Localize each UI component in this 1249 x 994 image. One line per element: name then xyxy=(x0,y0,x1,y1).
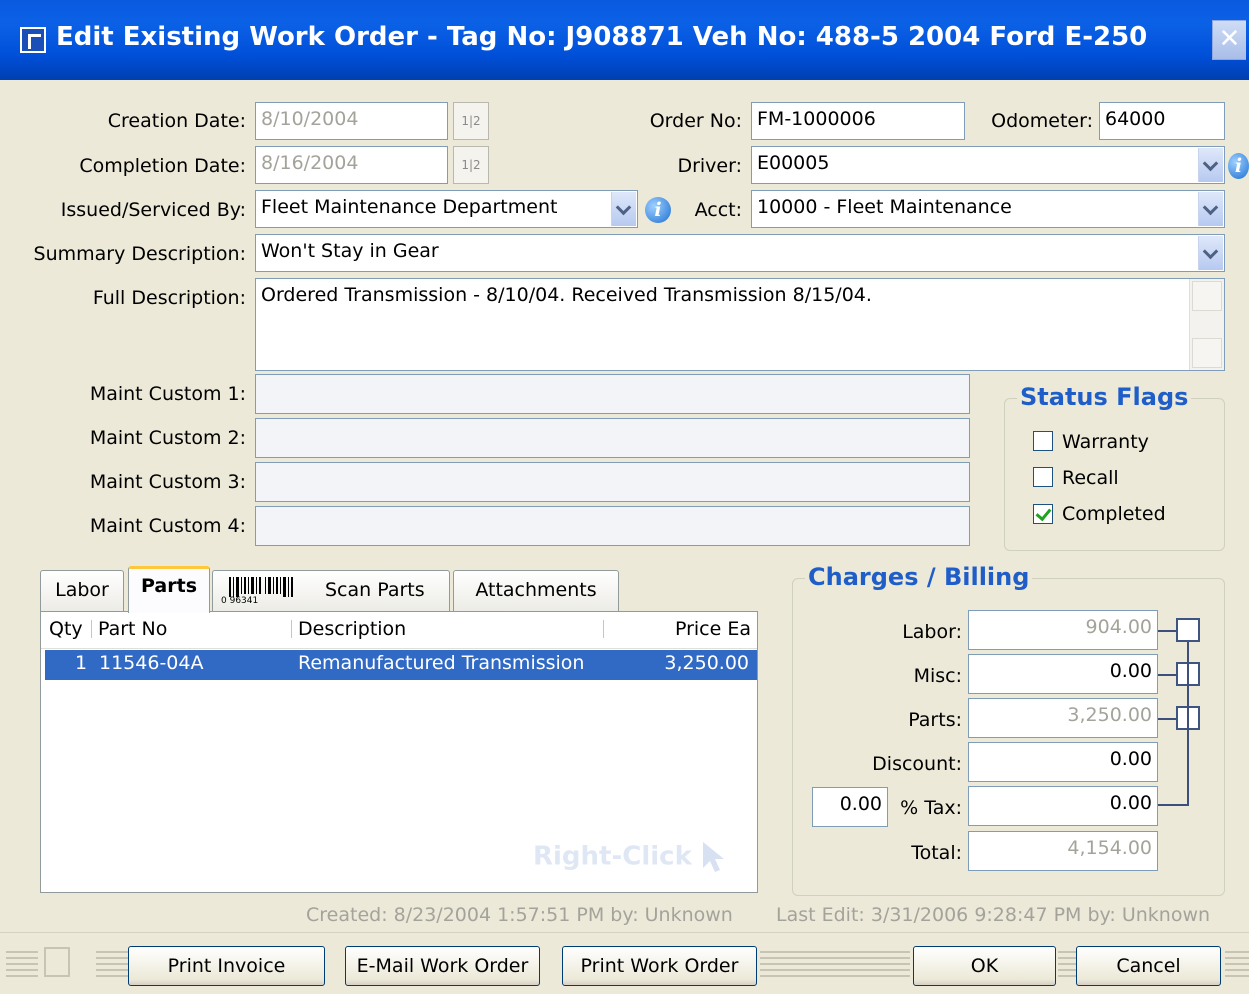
tax-label: % Tax: xyxy=(900,797,962,819)
row-description: Remanufactured Transmission xyxy=(298,652,585,674)
issued-by-info-icon[interactable]: i xyxy=(645,197,671,223)
tax-rate-field[interactable]: 0.00 xyxy=(812,787,888,827)
chevron-down-icon[interactable] xyxy=(1198,148,1223,182)
full-description-value: Ordered Transmission - 8/10/04. Received… xyxy=(261,284,872,306)
tax-field[interactable]: 0.00 xyxy=(968,786,1158,826)
issued-by-combo[interactable]: Fleet Maintenance Department xyxy=(255,190,638,228)
maint-custom-2-label: Maint Custom 2: xyxy=(89,427,246,449)
chevron-down-icon[interactable] xyxy=(1198,192,1223,226)
maint-custom-3-label: Maint Custom 3: xyxy=(89,471,246,493)
parts-charge-label: Parts: xyxy=(908,709,962,731)
column-header-part-no[interactable]: Part No xyxy=(98,618,167,640)
tab-scan-parts[interactable]: 0 96341 Scan Parts xyxy=(212,570,450,612)
recall-checkbox[interactable] xyxy=(1033,467,1053,487)
tab-attachments[interactable]: Attachments xyxy=(453,570,619,612)
completion-date-field[interactable]: 8/16/2004 xyxy=(255,146,448,184)
row-qty: 1 xyxy=(75,652,88,674)
app-logo-icon xyxy=(44,947,70,977)
status-flags-title: Status Flags xyxy=(1017,383,1192,411)
maint-custom-4-field[interactable] xyxy=(255,506,970,546)
driver-value: E00005 xyxy=(757,152,830,174)
tab-labor[interactable]: Labor xyxy=(40,570,124,612)
total-label: Total: xyxy=(911,842,962,864)
labor-include-checkbox[interactable] xyxy=(1176,618,1200,642)
full-description-scrollbar[interactable] xyxy=(1189,279,1224,370)
barcode-icon: 0 96341 xyxy=(219,575,305,606)
driver-label: Driver: xyxy=(677,155,742,177)
maint-custom-2-field[interactable] xyxy=(255,418,970,458)
cancel-button[interactable]: Cancel xyxy=(1076,946,1221,986)
chevron-down-icon[interactable] xyxy=(611,192,636,226)
parts-table-header: Qty Part No Description Price Ea xyxy=(41,612,757,649)
close-icon[interactable]: ✕ xyxy=(1212,20,1246,60)
acct-label: Acct: xyxy=(694,199,742,221)
scroll-up-icon[interactable] xyxy=(1192,281,1222,311)
right-click-watermark: Right-Click xyxy=(533,840,727,874)
title-bar[interactable]: Edit Existing Work Order - Tag No: J9088… xyxy=(0,0,1249,80)
full-description-textarea[interactable]: Ordered Transmission - 8/10/04. Received… xyxy=(255,278,1225,371)
odometer-label: Odometer: xyxy=(991,110,1093,132)
cursor-icon xyxy=(702,842,724,872)
acct-combo[interactable]: 10000 - Fleet Maintenance xyxy=(751,190,1225,228)
right-click-watermark-text: Right-Click xyxy=(533,841,692,872)
maint-custom-3-field[interactable] xyxy=(255,462,970,502)
creation-date-field[interactable]: 8/10/2004 xyxy=(255,102,448,140)
chevron-down-icon[interactable] xyxy=(1198,236,1223,270)
total-field[interactable]: 4,154.00 xyxy=(968,831,1158,871)
completed-label: Completed xyxy=(1062,503,1166,525)
summary-description-label: Summary Description: xyxy=(33,243,246,265)
window-title: Edit Existing Work Order - Tag No: J9088… xyxy=(56,22,1148,52)
app-icon xyxy=(20,27,46,53)
scroll-down-icon[interactable] xyxy=(1192,338,1222,368)
row-part-no: 11546-04A xyxy=(99,652,204,674)
maint-custom-1-field[interactable] xyxy=(255,374,970,414)
order-no-label: Order No: xyxy=(649,110,742,132)
order-no-field[interactable]: FM-1000006 xyxy=(751,102,965,140)
completed-checkbox[interactable] xyxy=(1033,504,1053,524)
tab-parts[interactable]: Parts xyxy=(128,566,210,613)
odometer-field[interactable]: 64000 xyxy=(1099,102,1225,140)
charges-billing-title: Charges / Billing xyxy=(805,563,1033,591)
creation-date-label: Creation Date: xyxy=(107,110,246,132)
discount-label: Discount: xyxy=(872,753,962,775)
ok-button[interactable]: OK xyxy=(913,946,1056,986)
summary-description-value: Won't Stay in Gear xyxy=(261,240,439,262)
column-header-qty[interactable]: Qty xyxy=(49,618,83,640)
row-price: 3,250.00 xyxy=(664,652,749,674)
full-description-label: Full Description: xyxy=(92,287,246,309)
misc-charge-label: Misc: xyxy=(913,665,962,687)
email-work-order-button[interactable]: E-Mail Work Order xyxy=(345,946,540,986)
print-work-order-button[interactable]: Print Work Order xyxy=(562,946,757,986)
driver-info-icon[interactable]: i xyxy=(1228,153,1249,179)
labor-charge-field[interactable]: 904.00 xyxy=(968,610,1158,650)
issued-by-value: Fleet Maintenance Department xyxy=(261,196,558,218)
creation-date-calendar-icon[interactable]: 1|2 xyxy=(453,102,489,140)
summary-description-combo[interactable]: Won't Stay in Gear xyxy=(255,234,1225,272)
column-header-description[interactable]: Description xyxy=(298,618,406,640)
barcode-digits: 0 96341 xyxy=(221,596,258,605)
warranty-label: Warranty xyxy=(1062,431,1149,453)
maint-custom-1-label: Maint Custom 1: xyxy=(89,383,246,405)
discount-field[interactable]: 0.00 xyxy=(968,742,1158,782)
misc-charge-field[interactable]: 0.00 xyxy=(968,654,1158,694)
parts-table[interactable]: Qty Part No Description Price Ea 1 11546… xyxy=(40,611,758,893)
issued-by-label: Issued/Serviced By: xyxy=(60,199,246,221)
parts-charge-field[interactable]: 3,250.00 xyxy=(968,698,1158,738)
completion-date-label: Completion Date: xyxy=(79,155,246,177)
warranty-checkbox[interactable] xyxy=(1033,431,1053,451)
tab-scan-parts-label: Scan Parts xyxy=(325,579,425,601)
column-header-price-ea[interactable]: Price Ea xyxy=(675,618,751,640)
completion-date-calendar-icon[interactable]: 1|2 xyxy=(453,146,489,184)
print-invoice-button[interactable]: Print Invoice xyxy=(128,946,325,986)
created-stamp: Created: 8/23/2004 1:57:51 PM by: Unknow… xyxy=(306,904,733,926)
labor-charge-label: Labor: xyxy=(902,621,962,643)
last-edit-stamp: Last Edit: 3/31/2006 9:28:47 PM by: Unkn… xyxy=(776,904,1211,926)
acct-value: 10000 - Fleet Maintenance xyxy=(757,196,1012,218)
driver-combo[interactable]: E00005 xyxy=(751,146,1225,184)
recall-label: Recall xyxy=(1062,467,1119,489)
table-row[interactable]: 1 11546-04A Remanufactured Transmission … xyxy=(45,650,757,680)
maint-custom-4-label: Maint Custom 4: xyxy=(89,515,246,537)
